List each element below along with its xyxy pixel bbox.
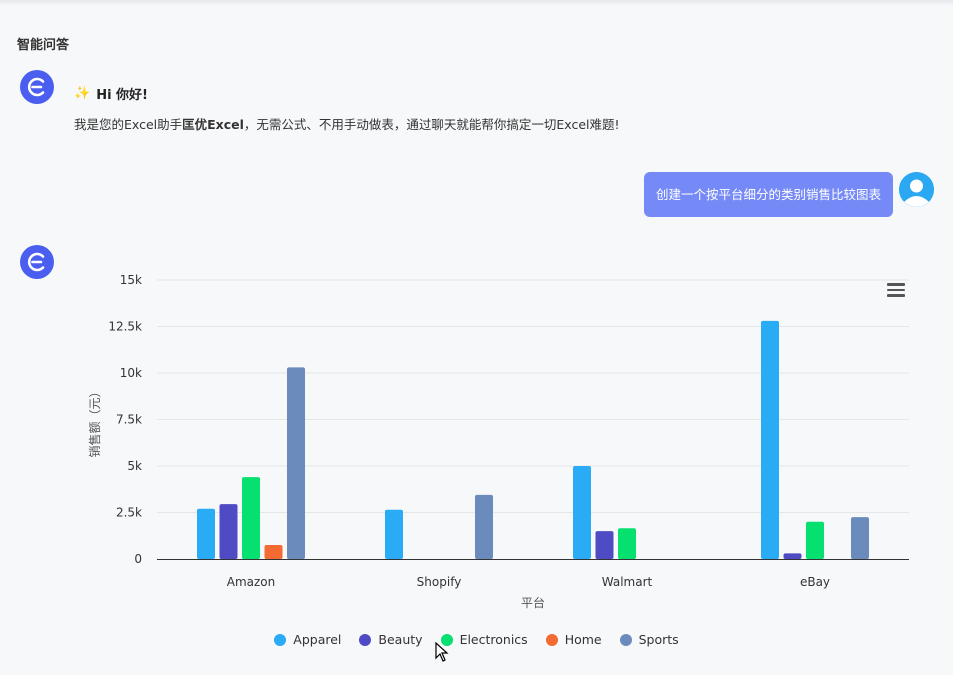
y-tick-label: 7.5k <box>116 413 142 427</box>
bar-electronics-amazon <box>242 477 260 559</box>
legend-item-beauty[interactable]: Beauty <box>359 632 423 647</box>
y-tick-label: 10k <box>120 366 142 380</box>
legend-label: Beauty <box>378 632 423 647</box>
legend-label: Electronics <box>459 632 528 647</box>
x-axis-title: 平台 <box>521 595 545 610</box>
chart-legend: Apparel Beauty Electronics Home Sports <box>0 632 953 647</box>
legend-dot <box>545 633 558 646</box>
sales-bar-chart: 0 2.5k 5k 7.5k 10k 12.5k 15k Amazon Shopify Walma… <box>87 273 909 610</box>
bar-beauty-walmart <box>595 531 614 559</box>
x-tick-label: eBay <box>800 575 830 589</box>
mouse-cursor-icon <box>435 642 449 662</box>
bar-home-amazon <box>264 545 283 559</box>
legend-label: Sports <box>638 632 679 647</box>
legend-dot <box>274 633 287 646</box>
chart-menu-icon[interactable] <box>887 283 905 297</box>
y-axis-title: 销售额（元） <box>87 385 102 457</box>
bar-electronics-walmart <box>618 528 636 559</box>
bar-apparel-amazon <box>197 508 215 559</box>
x-tick-label: Shopify <box>417 575 462 589</box>
bar-apparel-walmart <box>573 466 591 559</box>
x-tick-label: Walmart <box>602 575 653 589</box>
y-tick-label: 0 <box>134 552 142 566</box>
legend-item-apparel[interactable]: Apparel <box>274 632 341 647</box>
bar-apparel-shopify <box>385 509 403 559</box>
y-tick-label: 5k <box>127 459 142 473</box>
legend-dot <box>359 633 372 646</box>
legend-item-sports[interactable]: Sports <box>619 632 679 647</box>
legend-item-home[interactable]: Home <box>545 632 602 647</box>
bar-beauty-ebay <box>783 553 802 559</box>
bar-beauty-amazon <box>219 504 238 559</box>
y-tick-label: 12.5k <box>108 320 142 334</box>
bar-sports-shopify <box>475 494 493 559</box>
bar-sports-amazon <box>287 367 305 559</box>
bar-electronics-ebay <box>806 521 824 559</box>
x-tick-label: Amazon <box>227 575 276 589</box>
legend-item-electronics[interactable]: Electronics <box>440 632 528 647</box>
legend-dot <box>619 633 632 646</box>
legend-label: Home <box>564 632 602 647</box>
legend-label: Apparel <box>293 632 342 647</box>
y-tick-label: 15k <box>120 273 142 287</box>
bar-sports-ebay <box>851 517 869 559</box>
bar-apparel-ebay <box>761 320 779 559</box>
y-tick-label: 2.5k <box>116 506 142 520</box>
